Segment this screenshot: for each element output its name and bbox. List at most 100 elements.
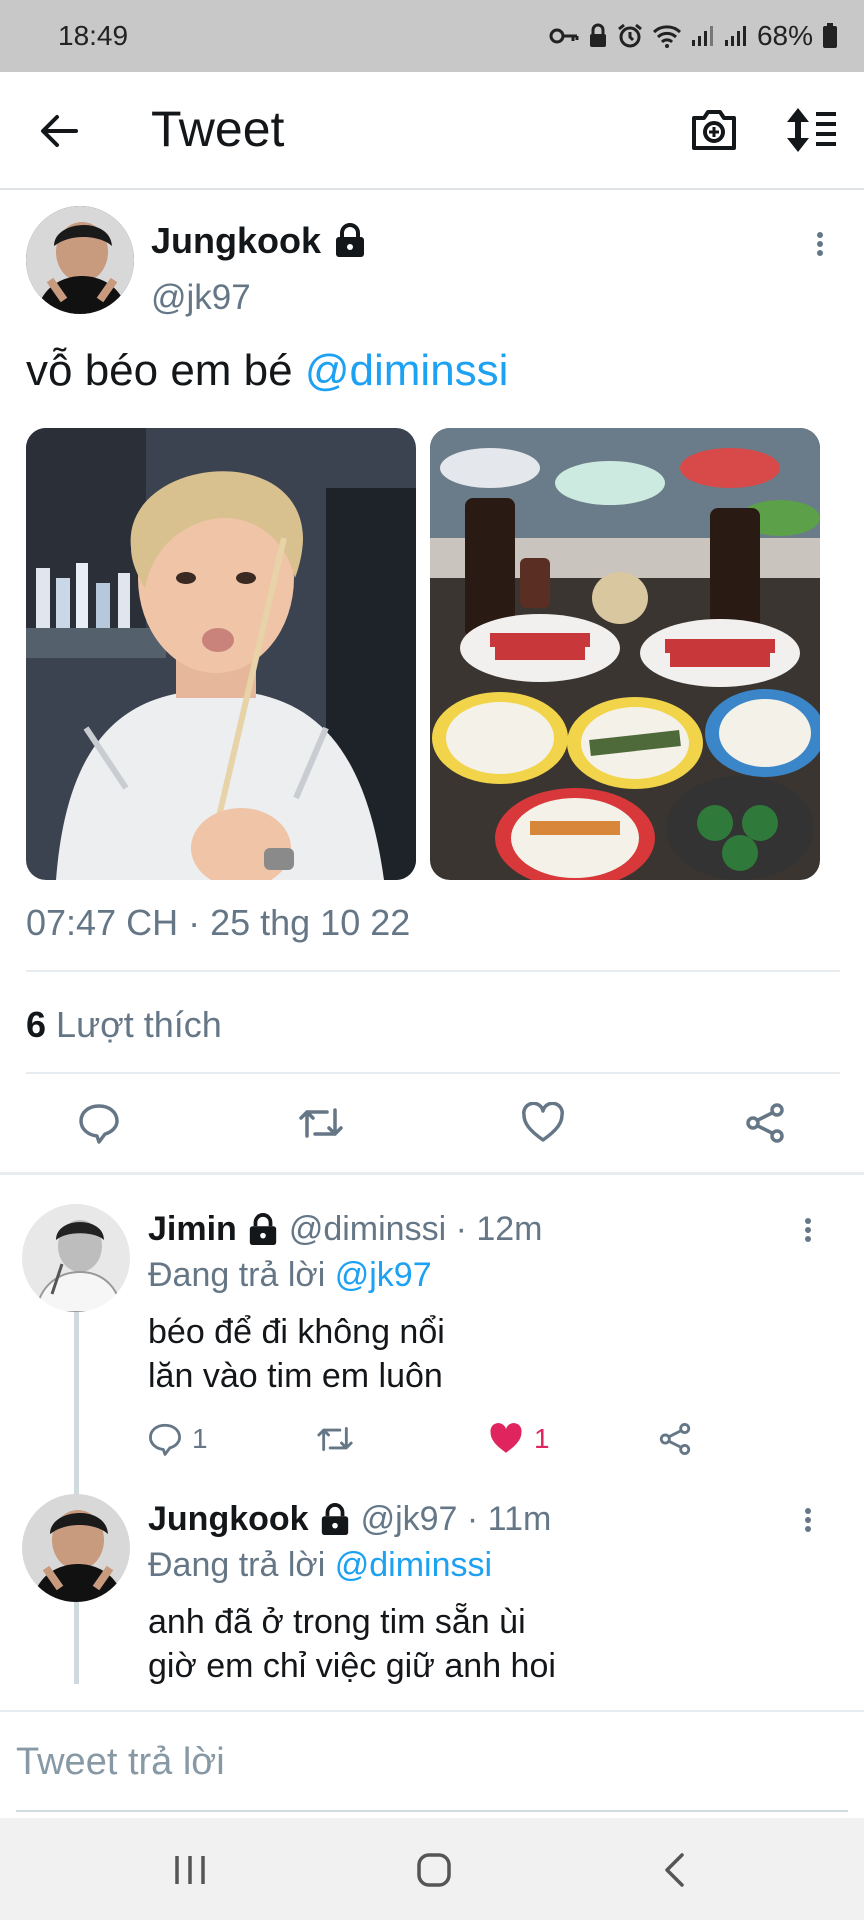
camera-plus-icon	[692, 110, 736, 150]
home-button[interactable]	[404, 1848, 464, 1892]
lock-icon	[589, 23, 606, 47]
reply-icon	[79, 1104, 119, 1144]
reply-count: 1	[192, 1423, 208, 1454]
reply-retweet-button[interactable]	[316, 1422, 354, 1456]
divider	[26, 1072, 840, 1074]
reply-share-button[interactable]	[658, 1422, 692, 1456]
reply-handle-time: @diminssi · 12m	[288, 1210, 543, 1248]
recent-apps-button[interactable]	[160, 1848, 220, 1892]
key-icon	[549, 28, 579, 44]
replying-mention[interactable]: @jk97	[335, 1256, 432, 1294]
page-title: Tweet	[151, 101, 285, 157]
reply-text-line: giờ em chỉ việc giữ anh hoi	[148, 1647, 556, 1685]
tweet-timestamp: 07:47 CH · 25 thg 10 22	[26, 902, 411, 943]
retweet-button[interactable]	[298, 1100, 344, 1146]
author-handle[interactable]: @jk97	[151, 278, 251, 318]
replying-label: Đang trả lời	[148, 1546, 326, 1584]
likes-count: 6	[26, 1004, 47, 1045]
back-nav-button[interactable]	[644, 1848, 704, 1892]
lock-icon	[336, 223, 365, 257]
dot-icon	[805, 1218, 811, 1224]
like-icon	[522, 1102, 564, 1142]
share-icon	[746, 1103, 784, 1143]
dot-icon	[805, 1517, 811, 1523]
alarm-icon	[618, 23, 642, 48]
retweet-icon	[299, 1108, 343, 1138]
likes-label: Lượt thích	[56, 1004, 222, 1045]
tweet-text-body: vỗ béo em bé	[26, 346, 305, 395]
divider	[26, 970, 840, 972]
reply-handle-time: @jk97 · 11m	[360, 1500, 552, 1538]
dot-icon	[817, 241, 823, 247]
tweet-photo-2[interactable]	[430, 428, 820, 880]
avatar-image	[22, 1204, 130, 1312]
section-separator	[0, 1172, 864, 1175]
dot-icon	[805, 1236, 811, 1242]
lock-icon	[321, 1502, 348, 1535]
reply-more-options-button[interactable]	[796, 1502, 820, 1538]
reply-reply-button[interactable]: 1	[148, 1422, 208, 1456]
reply-author-name: Jungkook	[148, 1500, 309, 1538]
avatar-image	[26, 206, 134, 314]
back-button[interactable]	[38, 110, 80, 152]
reply-text-line: lăn vào tim em luôn	[148, 1357, 443, 1395]
sort-button[interactable]	[784, 104, 840, 156]
replying-to: Đang trả lời @jk97	[148, 1256, 432, 1295]
author-avatar[interactable]	[26, 206, 134, 314]
reply-header[interactable]: Jungkook @jk97 · 11m	[148, 1500, 551, 1539]
app-header: Tweet	[0, 72, 864, 190]
home-icon	[417, 1853, 451, 1887]
system-nav-bar	[0, 1818, 864, 1920]
reply-icon	[149, 1423, 181, 1456]
status-icons: 68%	[549, 20, 838, 52]
battery-percent: 68%	[756, 20, 813, 51]
like-filled-icon	[490, 1423, 522, 1453]
recent-apps-icon	[175, 1856, 205, 1884]
lock-icon	[249, 1212, 276, 1245]
battery-icon	[823, 23, 837, 48]
photo-person	[26, 428, 416, 880]
avatar-image	[22, 1494, 130, 1602]
camera-button[interactable]	[688, 104, 740, 156]
tweet-text: vỗ béo em bé @diminssi	[26, 346, 508, 396]
replying-label: Đang trả lời	[148, 1256, 326, 1294]
retweet-icon	[317, 1427, 353, 1451]
signal-icon	[724, 26, 746, 46]
replying-to: Đang trả lời @diminssi	[148, 1546, 492, 1585]
reply-header[interactable]: Jimin @diminssi · 12m	[148, 1210, 542, 1249]
reply-text-line: béo để đi không nổi	[148, 1313, 445, 1351]
likes-summary[interactable]: 6 Lượt thích	[26, 1004, 222, 1046]
sort-icon	[787, 108, 836, 152]
dot-icon	[817, 232, 823, 238]
dot-icon	[817, 250, 823, 256]
dot-icon	[805, 1227, 811, 1233]
like-count: 1	[534, 1423, 550, 1454]
signal-icon	[691, 26, 713, 46]
mention-link[interactable]: @diminssi	[305, 346, 509, 395]
reply-text: béo để đi không nổi lăn vào tim em luôn	[148, 1310, 445, 1398]
status-bar: 18:49 68%	[0, 0, 864, 72]
chevron-left-icon	[665, 1853, 684, 1887]
reply-composer	[0, 1710, 864, 1812]
replying-mention[interactable]: @diminssi	[335, 1546, 492, 1584]
reply-like-button[interactable]: 1	[488, 1422, 550, 1456]
more-options-button[interactable]	[808, 226, 832, 262]
reply-input[interactable]	[16, 1732, 848, 1792]
like-button[interactable]	[520, 1100, 566, 1146]
photo-food-table	[430, 428, 820, 880]
reply-more-options-button[interactable]	[796, 1212, 820, 1248]
author-name: Jungkook	[151, 220, 322, 261]
tweet-photo-1[interactable]	[26, 428, 416, 880]
arrow-left-icon	[41, 115, 78, 147]
reply-avatar[interactable]	[22, 1204, 130, 1312]
composer-underline	[16, 1810, 848, 1812]
reply-avatar[interactable]	[22, 1494, 130, 1602]
reply-text-line: anh đã ở trong tim sẵn ùi	[148, 1603, 526, 1641]
wifi-icon	[652, 25, 681, 48]
share-icon	[659, 1423, 691, 1455]
author-name-row[interactable]: Jungkook	[151, 220, 367, 262]
share-button[interactable]	[742, 1100, 788, 1146]
status-time: 18:49	[58, 20, 129, 51]
reply-button[interactable]	[76, 1100, 122, 1146]
dot-icon	[805, 1508, 811, 1514]
